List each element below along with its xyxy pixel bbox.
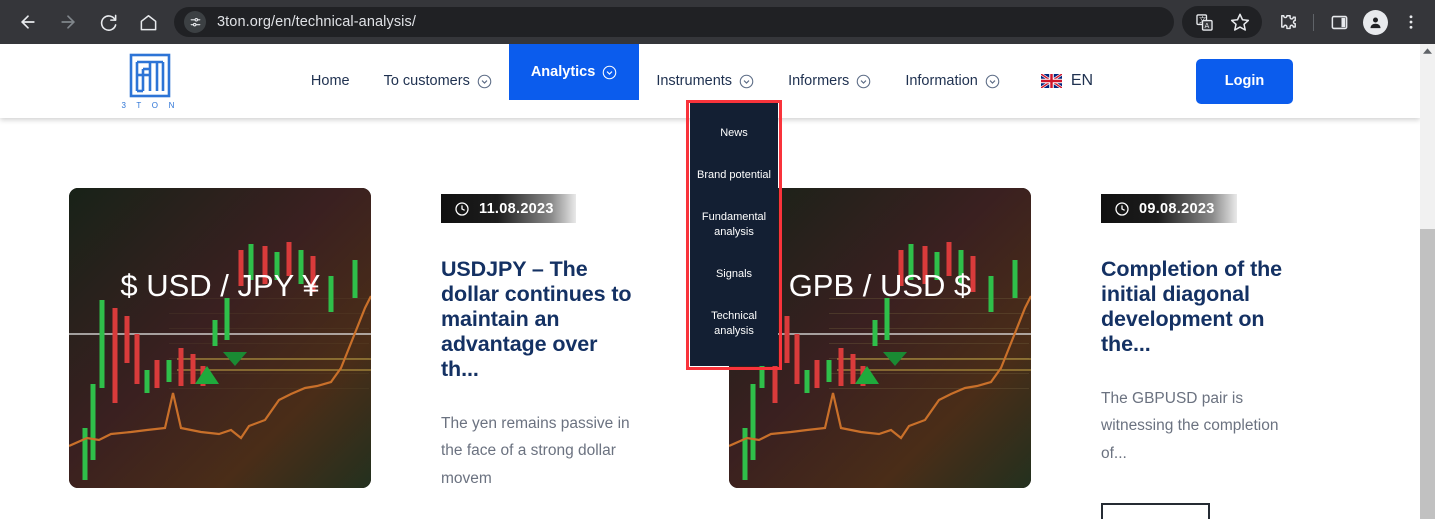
nav-label: Home (310, 73, 350, 89)
side-panel-icon (1331, 15, 1347, 29)
article-excerpt: The GBPUSD pair is witnessing the comple… (1101, 389, 1279, 462)
nav-item-home[interactable]: Home (294, 44, 367, 118)
profile-button[interactable] (1359, 6, 1391, 38)
clock-icon (455, 201, 469, 216)
page-viewport: 3 T O N Home To customers Analytics Inst… (0, 44, 1435, 519)
article-date: 11.08.2023 (479, 200, 554, 217)
browser-nav-buttons (0, 5, 168, 39)
article-excerpt: The yen remains passive in the face of a… (441, 414, 630, 487)
back-button[interactable] (11, 5, 45, 39)
article-title[interactable]: USDJPY – The dollar continues to maintai… (441, 257, 638, 382)
dropdown-item-technical-analysis[interactable]: Technical analysis (694, 306, 774, 342)
svg-text:GPB / USD $: GPB / USD $ (789, 268, 972, 303)
forward-arrow-icon (61, 15, 75, 29)
reload-button[interactable] (91, 5, 125, 39)
extensions-button[interactable] (1272, 6, 1304, 38)
home-icon (140, 14, 156, 30)
extensions-puzzle-icon (1280, 14, 1296, 29)
scrollbar-thumb[interactable] (1420, 229, 1435, 519)
nav-item-informers[interactable]: Informers (771, 44, 888, 118)
bookmark-star-icon (1230, 13, 1250, 31)
site-logo[interactable]: 3 T O N (95, 53, 205, 110)
article-date: 09.08.2023 (1139, 200, 1215, 217)
reload-icon (100, 14, 116, 31)
browser-toolbar: 3ton.org/en/technical-analysis/ 文 A (0, 0, 1435, 44)
url-text: 3ton.org/en/technical-analysis/ (217, 14, 416, 30)
trading-chart-image: $ USD / JPY ¥ (69, 188, 371, 488)
chevron-down-icon (603, 65, 617, 79)
svg-text:A: A (1204, 22, 1209, 30)
chevron-down-icon (985, 74, 1000, 88)
nav-item-analytics[interactable]: Analytics (508, 44, 640, 100)
nav-item-to-customers[interactable]: To customers (367, 44, 509, 118)
address-bar[interactable]: 3ton.org/en/technical-analysis/ (174, 7, 1174, 37)
side-panel-button[interactable] (1323, 6, 1355, 38)
page-scrollbar[interactable] (1420, 44, 1435, 519)
read-button[interactable]: READ (1101, 503, 1210, 519)
browser-action-buttons: 文 A (1182, 6, 1435, 38)
article-date-badge: 11.08.2023 (441, 194, 576, 223)
article-title[interactable]: Completion of the initial diagonal devel… (1101, 257, 1298, 357)
bookmark-button[interactable] (1224, 6, 1256, 38)
logo-text: 3 T O N (121, 100, 179, 110)
site-settings-button[interactable] (184, 11, 206, 33)
dropdown-item-news[interactable]: News (694, 123, 774, 144)
home-button[interactable] (131, 5, 165, 39)
article-thumbnail[interactable]: $ USD / JPY ¥ (69, 188, 371, 488)
dropdown-item-signals[interactable]: Signals (694, 264, 774, 285)
chevron-down-icon (739, 74, 754, 88)
site-settings-icon (190, 17, 200, 26)
translate-button[interactable]: 文 A (1188, 6, 1220, 38)
chevron-down-icon (477, 74, 492, 88)
nav-label: To customers (383, 73, 470, 89)
clock-icon (1115, 201, 1129, 216)
article-date-badge: 09.08.2023 (1101, 194, 1237, 223)
nav-label: Instruments (656, 73, 733, 89)
translate-icon: 文 A (1195, 13, 1213, 31)
article-card: 09.08.2023 Completion of the initial dia… (1031, 188, 1320, 519)
svg-text:$ USD / JPY ¥: $ USD / JPY ¥ (120, 268, 320, 303)
login-button[interactable]: Login (1196, 58, 1293, 104)
language-code: EN (1070, 72, 1094, 89)
dropdown-item-fundamental-analysis[interactable]: Fundamental analysis (694, 207, 774, 243)
dropdown-item-brand-potential[interactable]: Brand potential (694, 165, 774, 186)
forward-button[interactable] (51, 5, 85, 39)
analytics-dropdown-menu: News Brand potential Fundamental analysi… (690, 100, 778, 366)
browser-menu-button[interactable] (1395, 6, 1427, 38)
language-switcher[interactable]: EN (1017, 72, 1107, 90)
scroll-up-arrow-icon (1423, 48, 1432, 54)
article-card: 11.08.2023 USDJPY – The dollar continues… (371, 188, 660, 519)
scroll-up-button[interactable] (1420, 44, 1435, 59)
nav-item-information[interactable]: Information (888, 44, 1017, 118)
profile-avatar-icon (1362, 9, 1388, 35)
uk-flag-icon (1040, 74, 1062, 88)
omnibox-actions-pill: 文 A (1182, 6, 1262, 38)
three-dot-menu-icon (1409, 15, 1413, 29)
nav-label: Information (905, 73, 978, 89)
chevron-down-icon (857, 74, 871, 88)
toolbar-divider (1313, 13, 1314, 31)
nav-label: Informers (788, 73, 850, 89)
back-arrow-icon (21, 15, 35, 29)
nav-label: Analytics (530, 64, 596, 80)
3ton-logo-icon (129, 53, 171, 97)
